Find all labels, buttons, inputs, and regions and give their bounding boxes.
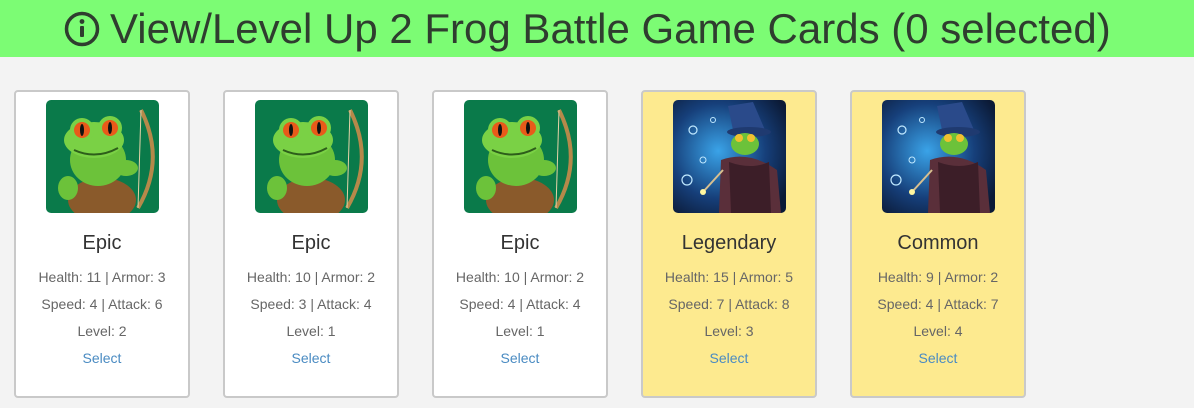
card-health-armor: Health: 10 | Armor: 2	[455, 269, 585, 285]
frog-card[interactable]: Epic Health: 11 | Armor: 3 Speed: 4 | At…	[14, 90, 190, 398]
select-link[interactable]: Select	[710, 345, 749, 372]
select-link[interactable]: Select	[501, 345, 540, 372]
frog-wizard-image	[672, 100, 786, 213]
card-speed-attack: Speed: 4 | Attack: 4	[459, 296, 581, 312]
page-title: View/Level Up 2 Frog Battle Game Cards (…	[110, 4, 1111, 52]
card-health-armor: Health: 10 | Armor: 2	[246, 269, 376, 285]
card-health-armor: Health: 11 | Armor: 3	[38, 269, 166, 285]
frog-wizard-image	[881, 100, 995, 213]
card-rarity: Epic	[82, 232, 122, 254]
card-level: Level: 1	[495, 323, 545, 339]
frog-card[interactable]: Epic Health: 10 | Armor: 2 Speed: 3 | At…	[223, 90, 399, 398]
select-link[interactable]: Select	[83, 345, 122, 372]
card-rarity: Common	[897, 232, 979, 254]
select-link[interactable]: Select	[292, 345, 331, 372]
frog-archer-image	[45, 100, 159, 213]
card-level: Level: 1	[286, 323, 336, 339]
card-level: Level: 4	[913, 323, 963, 339]
frog-card[interactable]: Legendary Health: 15 | Armor: 5 Speed: 7…	[641, 90, 817, 398]
frog-card[interactable]: Common Health: 9 | Armor: 2 Speed: 4 | A…	[850, 90, 1026, 398]
frog-archer-image	[463, 100, 577, 213]
card-rarity: Legendary	[681, 232, 777, 254]
card-speed-attack: Speed: 4 | Attack: 7	[877, 296, 999, 312]
select-link[interactable]: Select	[919, 345, 958, 372]
card-rarity: Epic	[291, 232, 331, 254]
card-health-armor: Health: 9 | Armor: 2	[877, 269, 999, 285]
card-health-armor: Health: 15 | Armor: 5	[664, 269, 794, 285]
card-speed-attack: Speed: 3 | Attack: 4	[250, 296, 372, 312]
card-rarity: Epic	[500, 232, 540, 254]
card-list: Epic Health: 11 | Armor: 3 Speed: 4 | At…	[14, 90, 1026, 398]
card-speed-attack: Speed: 4 | Attack: 6	[41, 296, 163, 312]
page-header: View/Level Up 2 Frog Battle Game Cards (…	[0, 0, 1194, 57]
frog-card[interactable]: Epic Health: 10 | Armor: 2 Speed: 4 | At…	[432, 90, 608, 398]
frog-archer-image	[254, 100, 368, 213]
card-level: Level: 3	[704, 323, 754, 339]
info-icon[interactable]	[64, 11, 100, 47]
card-speed-attack: Speed: 7 | Attack: 8	[668, 296, 790, 312]
card-level: Level: 2	[77, 323, 127, 339]
